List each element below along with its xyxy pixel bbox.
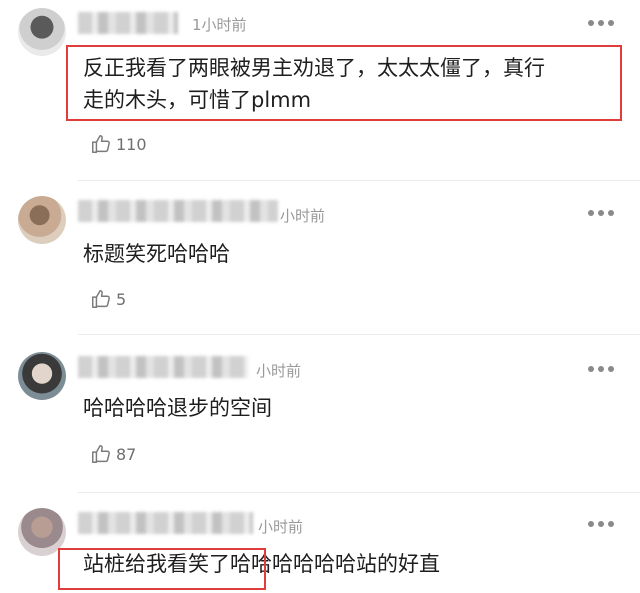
username[interactable] [78, 12, 178, 34]
comment-text: 站桩给我看笑了哈哈哈哈哈哈站的好直 [83, 548, 440, 580]
like-count: 5 [116, 289, 127, 309]
comment-text: 哈哈哈哈退步的空间 [83, 392, 272, 424]
more-dots-icon[interactable] [588, 521, 614, 529]
like-count: 110 [116, 134, 147, 154]
like-button[interactable]: 5 [90, 286, 126, 312]
like-count: 87 [116, 444, 137, 464]
username[interactable] [78, 356, 248, 378]
thumbs-up-icon [92, 445, 110, 463]
thumbs-up-icon [92, 290, 110, 308]
avatar[interactable] [18, 352, 66, 400]
comment-text: 反正我看了两眼被男主劝退了，太太太僵了，真行 走的木头，可惜了plmm [83, 52, 545, 116]
avatar[interactable] [18, 196, 66, 244]
comment-text: 标题笑死哈哈哈 [83, 238, 230, 270]
comment-text-line: 哈哈哈哈退步的空间 [83, 396, 272, 420]
comment-text-line: 站桩给我看笑了哈哈哈哈哈哈站的好直 [83, 552, 440, 576]
avatar[interactable] [18, 508, 66, 556]
like-button[interactable]: 87 [90, 441, 136, 467]
timestamp: 小时前 [280, 207, 326, 225]
divider [78, 492, 640, 493]
comment-text-line: 走的木头，可惜了plmm [83, 88, 312, 112]
thumbs-up-icon [92, 135, 110, 153]
more-dots-icon[interactable] [588, 20, 614, 28]
avatar[interactable] [18, 8, 66, 56]
timestamp: 1小时前 [192, 16, 247, 34]
username[interactable] [78, 512, 253, 534]
divider [78, 334, 640, 335]
more-dots-icon[interactable] [588, 366, 614, 374]
comment-text-line: 反正我看了两眼被男主劝退了，太太太僵了，真行 [83, 56, 545, 80]
divider [78, 180, 640, 181]
like-button[interactable]: 110 [90, 131, 147, 157]
comment-text-line: 标题笑死哈哈哈 [83, 242, 230, 266]
timestamp: 小时前 [258, 518, 304, 536]
more-dots-icon[interactable] [588, 210, 614, 218]
timestamp: 小时前 [256, 362, 302, 380]
username[interactable] [78, 200, 278, 222]
